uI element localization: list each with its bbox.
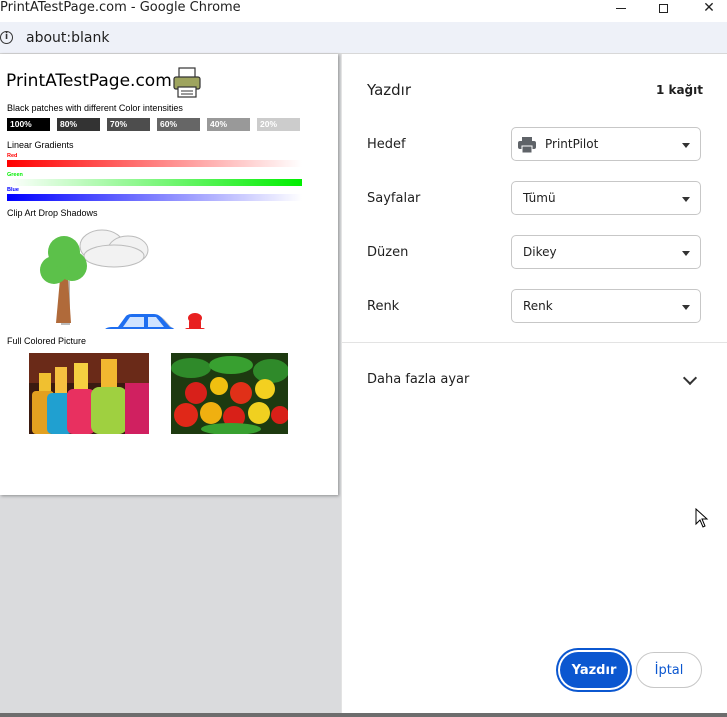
cloud-icon [79,229,149,268]
gradient-bar [7,194,302,201]
pages-select[interactable]: Tümü [511,181,701,215]
maximize-icon [658,3,668,13]
address-bar[interactable]: i about:blank [0,22,727,54]
bottles-photo [29,353,149,434]
address-url[interactable]: about:blank [26,30,109,46]
destination-select[interactable]: PrintPilot [511,127,701,161]
print-title: Yazdır [367,81,412,99]
color-label: Renk [367,299,400,314]
color-patch: 20% [257,118,300,131]
hydrant-icon [185,313,205,329]
chevron-down-icon [682,197,690,202]
destination-value: PrintPilot [545,137,599,151]
info-icon[interactable]: i [0,31,13,44]
color-value: Renk [523,299,553,313]
pages-value: Tümü [523,191,556,205]
taskbar-strip [0,713,727,717]
gradients-label: Linear Gradients [7,140,74,150]
window-title: PrintATestPage.com - Google Chrome [0,0,241,15]
preview-page: PrintATestPage.com Black patches with di… [0,54,338,495]
window-titlebar: PrintATestPage.com - Google Chrome ✕ [0,0,727,22]
layout-select[interactable]: Dikey [511,235,701,269]
color-patch: 100% [7,118,50,131]
minimize-button[interactable] [606,0,636,16]
clipart-label: Clip Art Drop Shadows [7,208,98,218]
mouse-cursor-icon [695,508,709,528]
color-patch: 60% [157,118,200,131]
print-settings-panel: Yazdır 1 kağıt Hedef PrintPilot Sayfalar… [341,54,727,717]
color-patch: 80% [57,118,100,131]
layout-value: Dikey [523,245,557,259]
panel-divider [342,342,727,343]
close-button[interactable]: ✕ [694,0,724,16]
close-icon: ✕ [703,0,715,16]
patches-label: Black patches with different Color inten… [7,103,183,113]
color-patch: 70% [107,118,150,131]
destination-label: Hedef [367,137,406,152]
car-shape [105,314,175,329]
picture-label: Full Colored Picture [7,336,87,346]
preview-brand: PrintATestPage.com [6,71,172,91]
gradient-bar [7,179,302,186]
clipart-illustration [40,229,205,329]
gradient-label: Green [7,172,23,178]
vegetables-photo [171,353,288,434]
sheet-count: 1 kağıt [655,83,703,97]
pages-label: Sayfalar [367,191,421,206]
printer-logo-icon [173,67,201,98]
maximize-button[interactable] [648,0,678,16]
gradient-label: Blue [7,187,19,193]
gradient-label: Red [7,153,18,159]
more-settings-toggle[interactable]: Daha fazla ayar [367,372,469,387]
minimize-icon [616,7,626,9]
chevron-down-icon [682,305,690,310]
print-preview-area: PrintATestPage.com Black patches with di… [0,54,341,717]
cancel-button[interactable]: İptal [636,652,702,688]
color-select[interactable]: Renk [511,289,701,323]
layout-label: Düzen [367,245,409,260]
gradient-bar [7,160,302,167]
chevron-down-icon [682,251,690,256]
color-patch: 40% [207,118,250,131]
printer-icon [518,137,536,153]
print-button[interactable]: Yazdır [560,652,628,688]
chevron-down-icon [682,143,690,148]
expand-chevron-icon[interactable] [682,370,698,386]
